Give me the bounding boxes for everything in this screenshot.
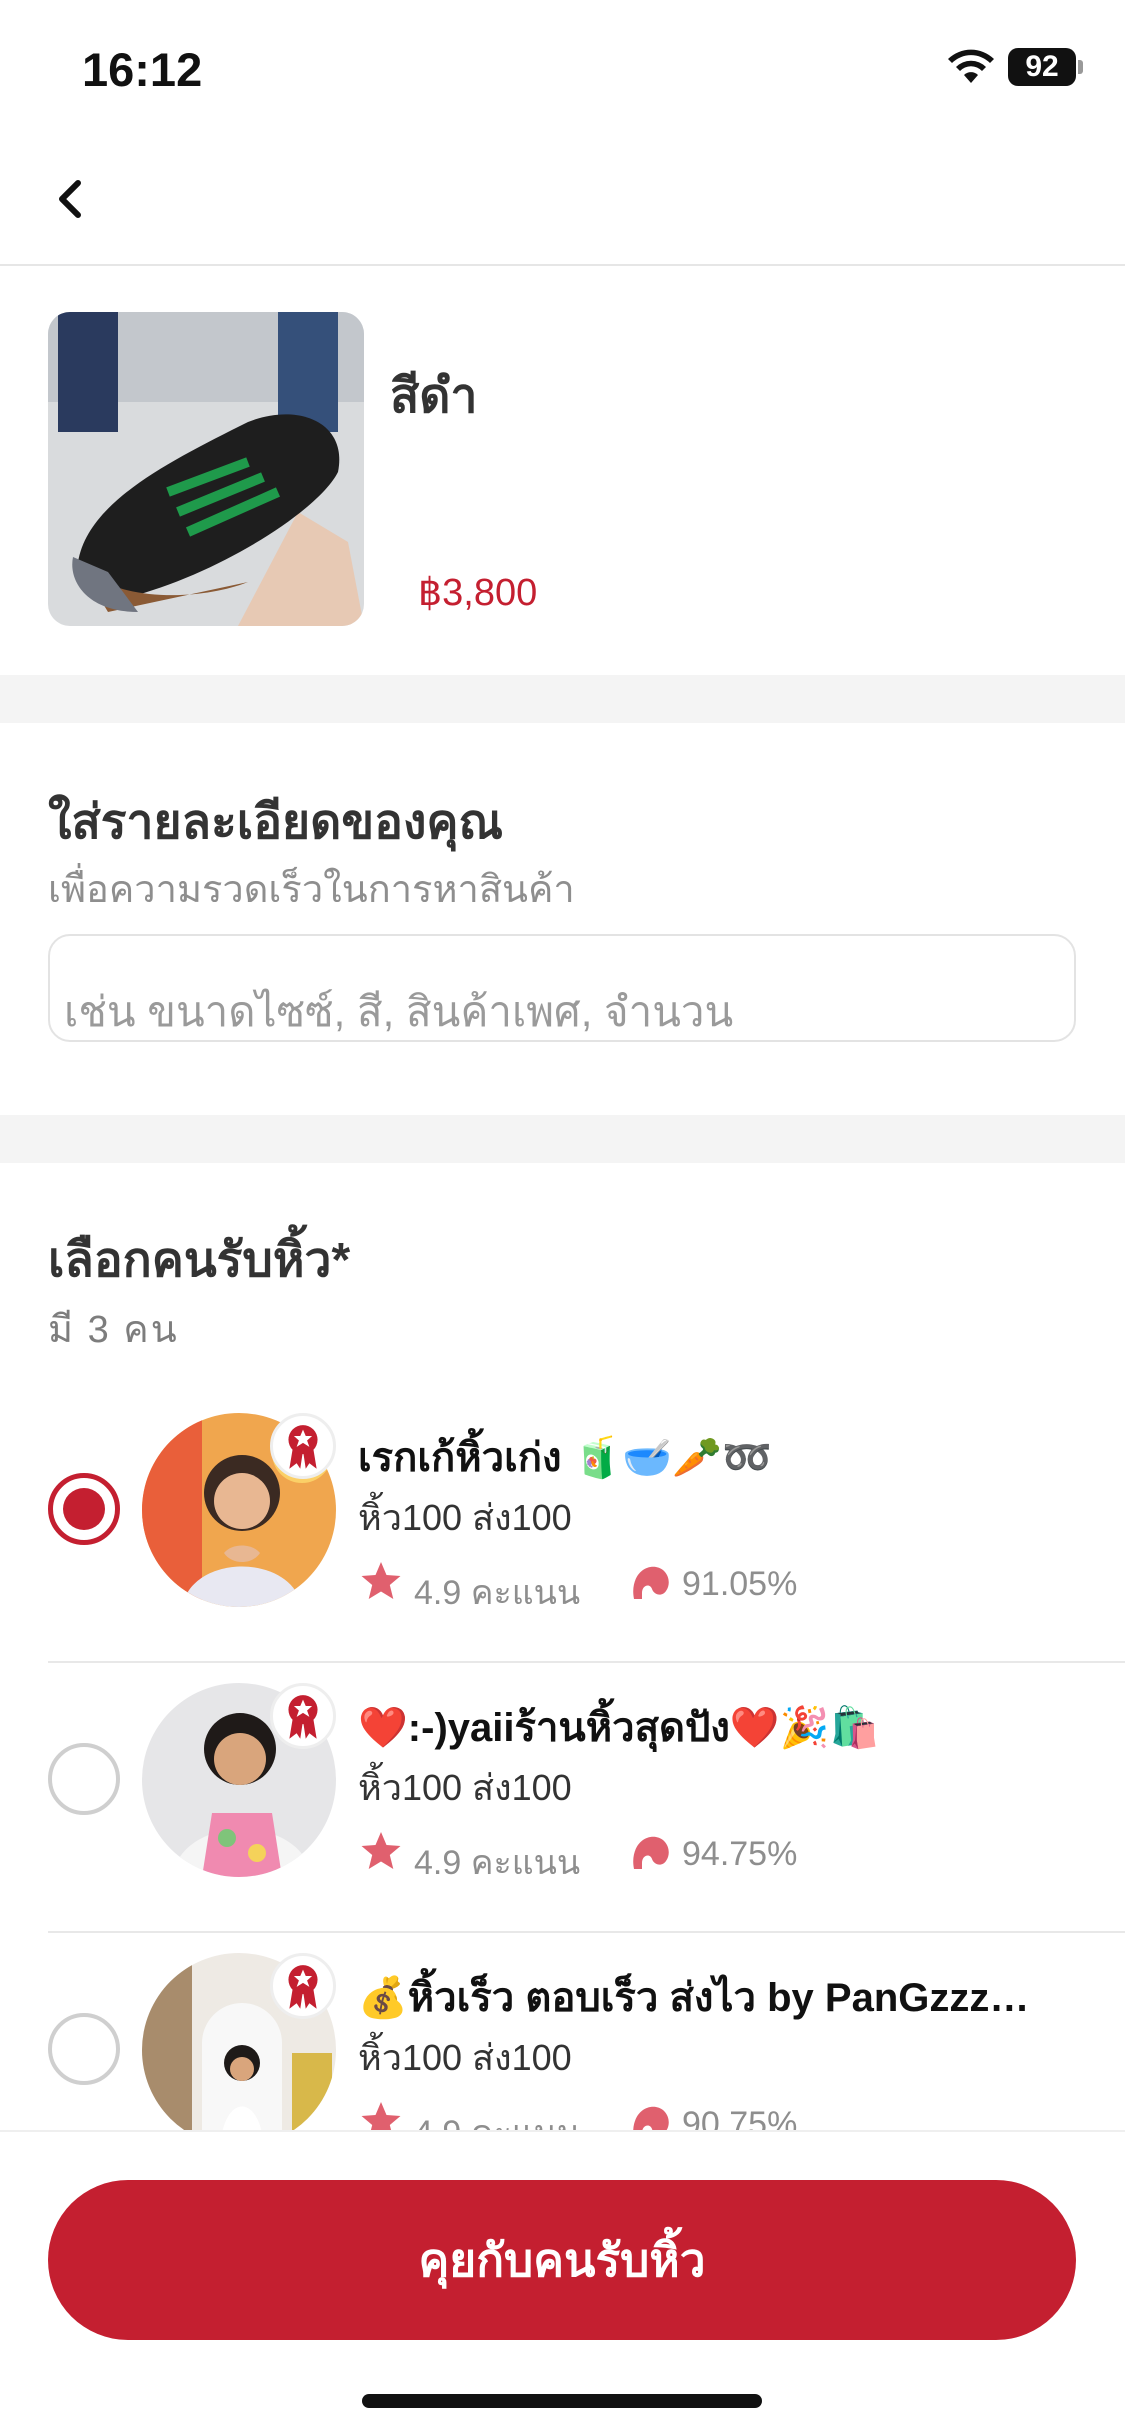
star-icon: [361, 1562, 401, 1599]
success-rate-icon: [633, 2106, 669, 2130]
receiver-item[interactable]: ❤️:-)yaiiร้านหิ้วสุดปัง❤️🎉🛍️ หิ้ว100 ส่ง…: [0, 1663, 1125, 1933]
receivers-title: เลือกคนรับหิ้ว*: [48, 1234, 351, 1287]
receiver-fee: หิ้ว100 ส่ง100: [358, 1767, 572, 1808]
details-input[interactable]: [48, 934, 1076, 1042]
receiver-rating: 4.9 คะแนน: [414, 2105, 580, 2130]
home-indicator: [362, 2394, 762, 2408]
receiver-list: เรกเก้หิ้วเก่ง 🧃🥣🥕➿ หิ้ว100 ส่ง100 4.9 ค…: [0, 1393, 1125, 2130]
product-image: [48, 312, 364, 626]
receiver-rating: 4.9 คะแนน: [414, 1574, 581, 1612]
success-rate-icon: [633, 1836, 669, 1869]
star-icon: [361, 1832, 401, 1869]
status-time: 16:12: [82, 43, 203, 96]
receiver-rating: 4.9 คะแนน: [414, 1844, 581, 1882]
status-bar: 16:12 92: [0, 0, 1125, 135]
nav-bar: [0, 135, 1125, 266]
success-rate-icon: [633, 1566, 669, 1599]
receiver-name: ❤️:-)yaiiร้านหิ้วสุดปัง❤️🎉🛍️: [358, 1706, 880, 1750]
receiver-item[interactable]: เรกเก้หิ้วเก่ง 🧃🥣🥕➿ หิ้ว100 ส่ง100 4.9 ค…: [0, 1393, 1125, 1663]
verified-badge-icon: [270, 1953, 336, 2019]
verified-badge-icon: [270, 1413, 336, 1479]
receiver-success-rate: 91.05%: [682, 1565, 798, 1603]
section-separator: [0, 675, 1125, 723]
product-variant: สีดำ: [390, 370, 478, 423]
receiver-item[interactable]: 💰หิ้วเร็ว ตอบเร็ว ส่งไว by PanGzzz… หิ้ว…: [0, 1933, 1125, 2130]
star-icon: [361, 2102, 401, 2130]
details-subtitle: เพื่อความรวดเร็วในการหาสินค้า: [48, 869, 575, 911]
receiver-fee: หิ้ว100 ส่ง100: [358, 1497, 572, 1538]
receiver-name: เรกเก้หิ้วเก่ง 🧃🥣🥕➿: [358, 1436, 772, 1480]
receiver-fee: หิ้ว100 ส่ง100: [358, 2037, 572, 2078]
chat-with-receiver-button[interactable]: คุยกับคนรับหิ้ว: [48, 2180, 1076, 2340]
receiver-radio[interactable]: [48, 2013, 120, 2085]
receiver-success-rate: 94.75%: [682, 1835, 798, 1873]
bottom-bar: คุยกับคนรับหิ้ว: [0, 2130, 1125, 2436]
product-price: ฿3,800: [418, 572, 538, 614]
receiver-name: 💰หิ้วเร็ว ตอบเร็ว ส่งไว by PanGzzz…: [358, 1976, 1030, 2020]
back-button[interactable]: [38, 163, 108, 233]
details-title: ใส่รายละเอียดของคุณ: [48, 796, 504, 849]
verified-badge-icon: [270, 1683, 336, 1749]
receiver-success-rate: 90.75%: [682, 2105, 798, 2130]
battery-tip: [1078, 60, 1083, 74]
section-separator: [0, 1115, 1125, 1163]
receiver-radio[interactable]: [48, 1473, 120, 1545]
battery-level: 92: [1008, 48, 1076, 86]
receivers-count: มี 3 คน: [48, 1309, 179, 1351]
receiver-radio[interactable]: [48, 1743, 120, 1815]
product-summary: สีดำ ฿3,800: [0, 268, 1125, 675]
wifi-icon: [948, 49, 994, 83]
